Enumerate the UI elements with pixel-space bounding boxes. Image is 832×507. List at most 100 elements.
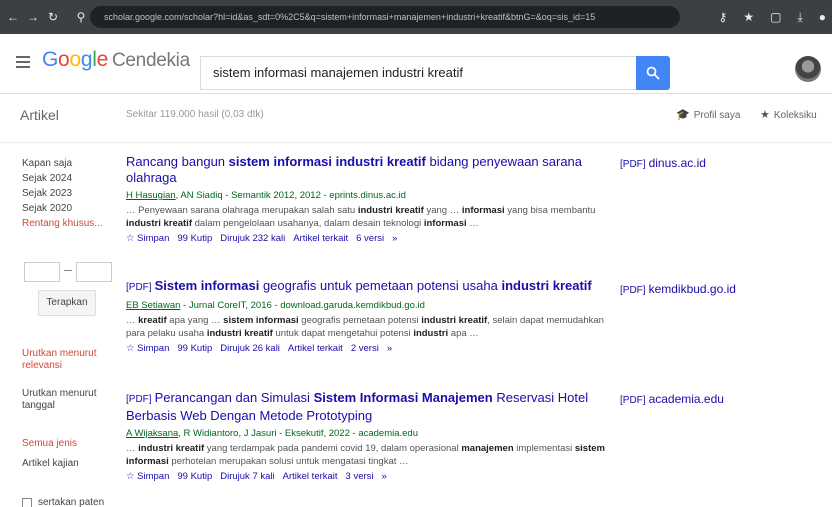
snippet-text: perhotelan merupakan solusi untuk mengat… (168, 456, 409, 467)
title-text: industri kreatif (501, 278, 592, 293)
cited-by-link[interactable]: Dirujuk 232 kali (220, 233, 285, 244)
forward-icon[interactable]: → (26, 10, 40, 24)
my-library-link[interactable]: ★ Koleksiku (760, 108, 817, 121)
snippet-text: dalam pengelolaan usahanya, dalam desain… (192, 218, 424, 229)
title-text: geografis untuk pemetaan potensi usaha (259, 278, 502, 293)
author-source-text: - Jurnal CoreIT, 2016 - download.garuda.… (180, 300, 425, 311)
google-scholar-logo[interactable]: Google Cendekia (42, 48, 190, 72)
address-bar[interactable]: scholar.google.com/scholar?hl=id&as_sdt=… (90, 6, 680, 28)
snippet-text: informasi (461, 205, 505, 216)
pdf-tag: [PDF] (620, 395, 646, 406)
result-actions: ☆ Simpan 99 Kutip Dirujuk 26 kali Artikel t… (126, 343, 606, 355)
site-info-icon[interactable]: ⚲ (74, 10, 88, 24)
logo-suffix: Cendekia (111, 50, 190, 71)
filter-review-articles[interactable]: Artikel kajian (22, 458, 79, 469)
result-count: Sekitar 119.000 hasil (0,03 dtk) (126, 109, 264, 120)
browser-toolbar: ← → ↻ ⚲ scholar.google.com/scholar?hl=id… (0, 0, 832, 34)
related-articles-link[interactable]: Artikel terkait (288, 343, 343, 354)
title-text: sistem informasi industri kreatif (228, 154, 426, 169)
download-icon[interactable]: ⤓ (797, 10, 802, 25)
pdf-source-link[interactable]: [PDF] kemdikbud.go.id (620, 282, 736, 296)
result-title-link[interactable]: [PDF] Perancangan dan Simulasi Sistem Inf… (126, 390, 606, 424)
more-button[interactable]: » (392, 233, 397, 244)
logo-letter: o (69, 48, 81, 71)
save-button[interactable]: ☆ Simpan (126, 233, 169, 244)
search-icon (646, 66, 660, 80)
result-snippet: … Penyewaan sarana olahraga merupakan sa… (126, 204, 606, 230)
related-articles-link[interactable]: Artikel terkait (283, 471, 338, 482)
back-icon[interactable]: ← (6, 10, 20, 24)
range-to-input[interactable] (76, 262, 112, 282)
logo-letter: e (96, 48, 109, 71)
pdf-source-link[interactable]: [PDF] dinus.ac.id (620, 156, 706, 170)
logo-letter: G (42, 48, 59, 71)
versions-link[interactable]: 2 versi (351, 343, 379, 354)
result-title-link[interactable]: [PDF] Sistem informasi geografis untuk pe… (126, 278, 606, 296)
sort-by-date[interactable]: Urutkan menurut tanggal (22, 388, 112, 412)
cited-by-link[interactable]: Dirujuk 26 kali (220, 343, 280, 354)
more-button[interactable]: » (382, 471, 387, 482)
source-domain: dinus.ac.id (648, 156, 706, 170)
snippet-text: industri kreatif (357, 205, 424, 216)
cite-button[interactable]: 99 Kutip (177, 343, 212, 354)
range-dash (64, 270, 72, 271)
logo-letter: o (58, 48, 70, 71)
include-patents-checkbox[interactable] (22, 498, 32, 507)
bookmark-star-icon[interactable]: ★ (743, 10, 754, 24)
cited-by-link[interactable]: Dirujuk 7 kali (220, 471, 274, 482)
snippet-text: apa … (448, 328, 479, 339)
reload-icon[interactable]: ↻ (46, 10, 60, 24)
my-profile-link[interactable]: 🎓 Profil saya (676, 108, 740, 121)
extensions-icon[interactable]: ▢ (770, 10, 781, 24)
result-authors: A Wijaksana, R Widiantoro, J Jasuri - Ek… (126, 428, 606, 440)
author-link[interactable]: A Wijaksana (126, 428, 178, 439)
menu-icon[interactable] (16, 56, 30, 71)
related-articles-link[interactable]: Artikel terkait (293, 233, 348, 244)
save-button[interactable]: ☆ Simpan (126, 471, 169, 482)
key-icon[interactable]: ⚷ (719, 10, 728, 24)
profile-icon[interactable]: ● (819, 10, 826, 24)
cite-button[interactable]: 99 Kutip (177, 233, 212, 244)
avatar[interactable] (795, 56, 821, 82)
results-subheader: Artikel Sekitar 119.000 hasil (0,03 dtk)… (0, 95, 832, 143)
logo-letter: g (80, 48, 93, 71)
filter-since-2023[interactable]: Sejak 2023 (22, 188, 72, 199)
snippet-text: yang bisa membantu (504, 205, 596, 216)
versions-link[interactable]: 6 versi (356, 233, 384, 244)
cite-button[interactable]: 99 Kutip (177, 471, 212, 482)
snippet-text: apa yang … (166, 315, 224, 326)
result-authors: H Hasugian, AN Siadiq - Semantik 2012, 2… (126, 190, 606, 202)
pdf-tag: [PDF] (620, 285, 646, 296)
snippet-text: industri kreatif (206, 328, 273, 339)
filter-since-2020[interactable]: Sejak 2020 (22, 203, 72, 214)
save-button[interactable]: ☆ Simpan (126, 343, 169, 354)
result-title-link[interactable]: Rancang bangun sistem informasi industri… (126, 154, 606, 186)
versions-link[interactable]: 3 versi (346, 471, 374, 482)
author-source-text: , R Widiantoro, J Jasuri - Eksekutif, 20… (178, 428, 418, 439)
sort-by-relevance[interactable]: Urutkan menurut relevansi (22, 348, 112, 372)
pdf-tag: [PDF] (620, 159, 646, 170)
search-button[interactable] (636, 56, 670, 90)
filter-any-time[interactable]: Kapan saja (22, 158, 72, 169)
apply-range-button[interactable]: Terapkan (38, 290, 96, 316)
filter-since-2024[interactable]: Sejak 2024 (22, 173, 72, 184)
author-link[interactable]: EB Setiawan (126, 300, 180, 311)
my-library-label: Koleksiku (773, 110, 817, 121)
search-result: Rancang bangun sistem informasi industri… (126, 154, 606, 245)
result-authors: EB Setiawan - Jurnal CoreIT, 2016 - down… (126, 300, 606, 312)
snippet-text: untuk dapat mengetahui potensi (272, 328, 414, 339)
custom-range-link[interactable]: Rentang khusus... (22, 218, 103, 229)
search-result: [PDF] Perancangan dan Simulasi Sistem Inf… (126, 390, 606, 483)
search-result: [PDF] Sistem informasi geografis untuk pe… (126, 278, 606, 355)
range-from-input[interactable] (24, 262, 60, 282)
filter-any-type[interactable]: Semua jenis (22, 438, 77, 449)
include-patents-label: sertakan paten (38, 497, 105, 507)
pdf-source-link[interactable]: [PDF] academia.edu (620, 392, 724, 406)
source-domain: academia.edu (648, 392, 724, 406)
title-text: Rancang bangun (126, 154, 229, 169)
snippet-text: industri (413, 328, 449, 339)
author-link[interactable]: H Hasugian (126, 190, 176, 201)
search-input[interactable]: sistem informasi manajemen industri krea… (200, 56, 640, 90)
snippet-text: yang … (423, 205, 462, 216)
more-button[interactable]: » (387, 343, 392, 354)
